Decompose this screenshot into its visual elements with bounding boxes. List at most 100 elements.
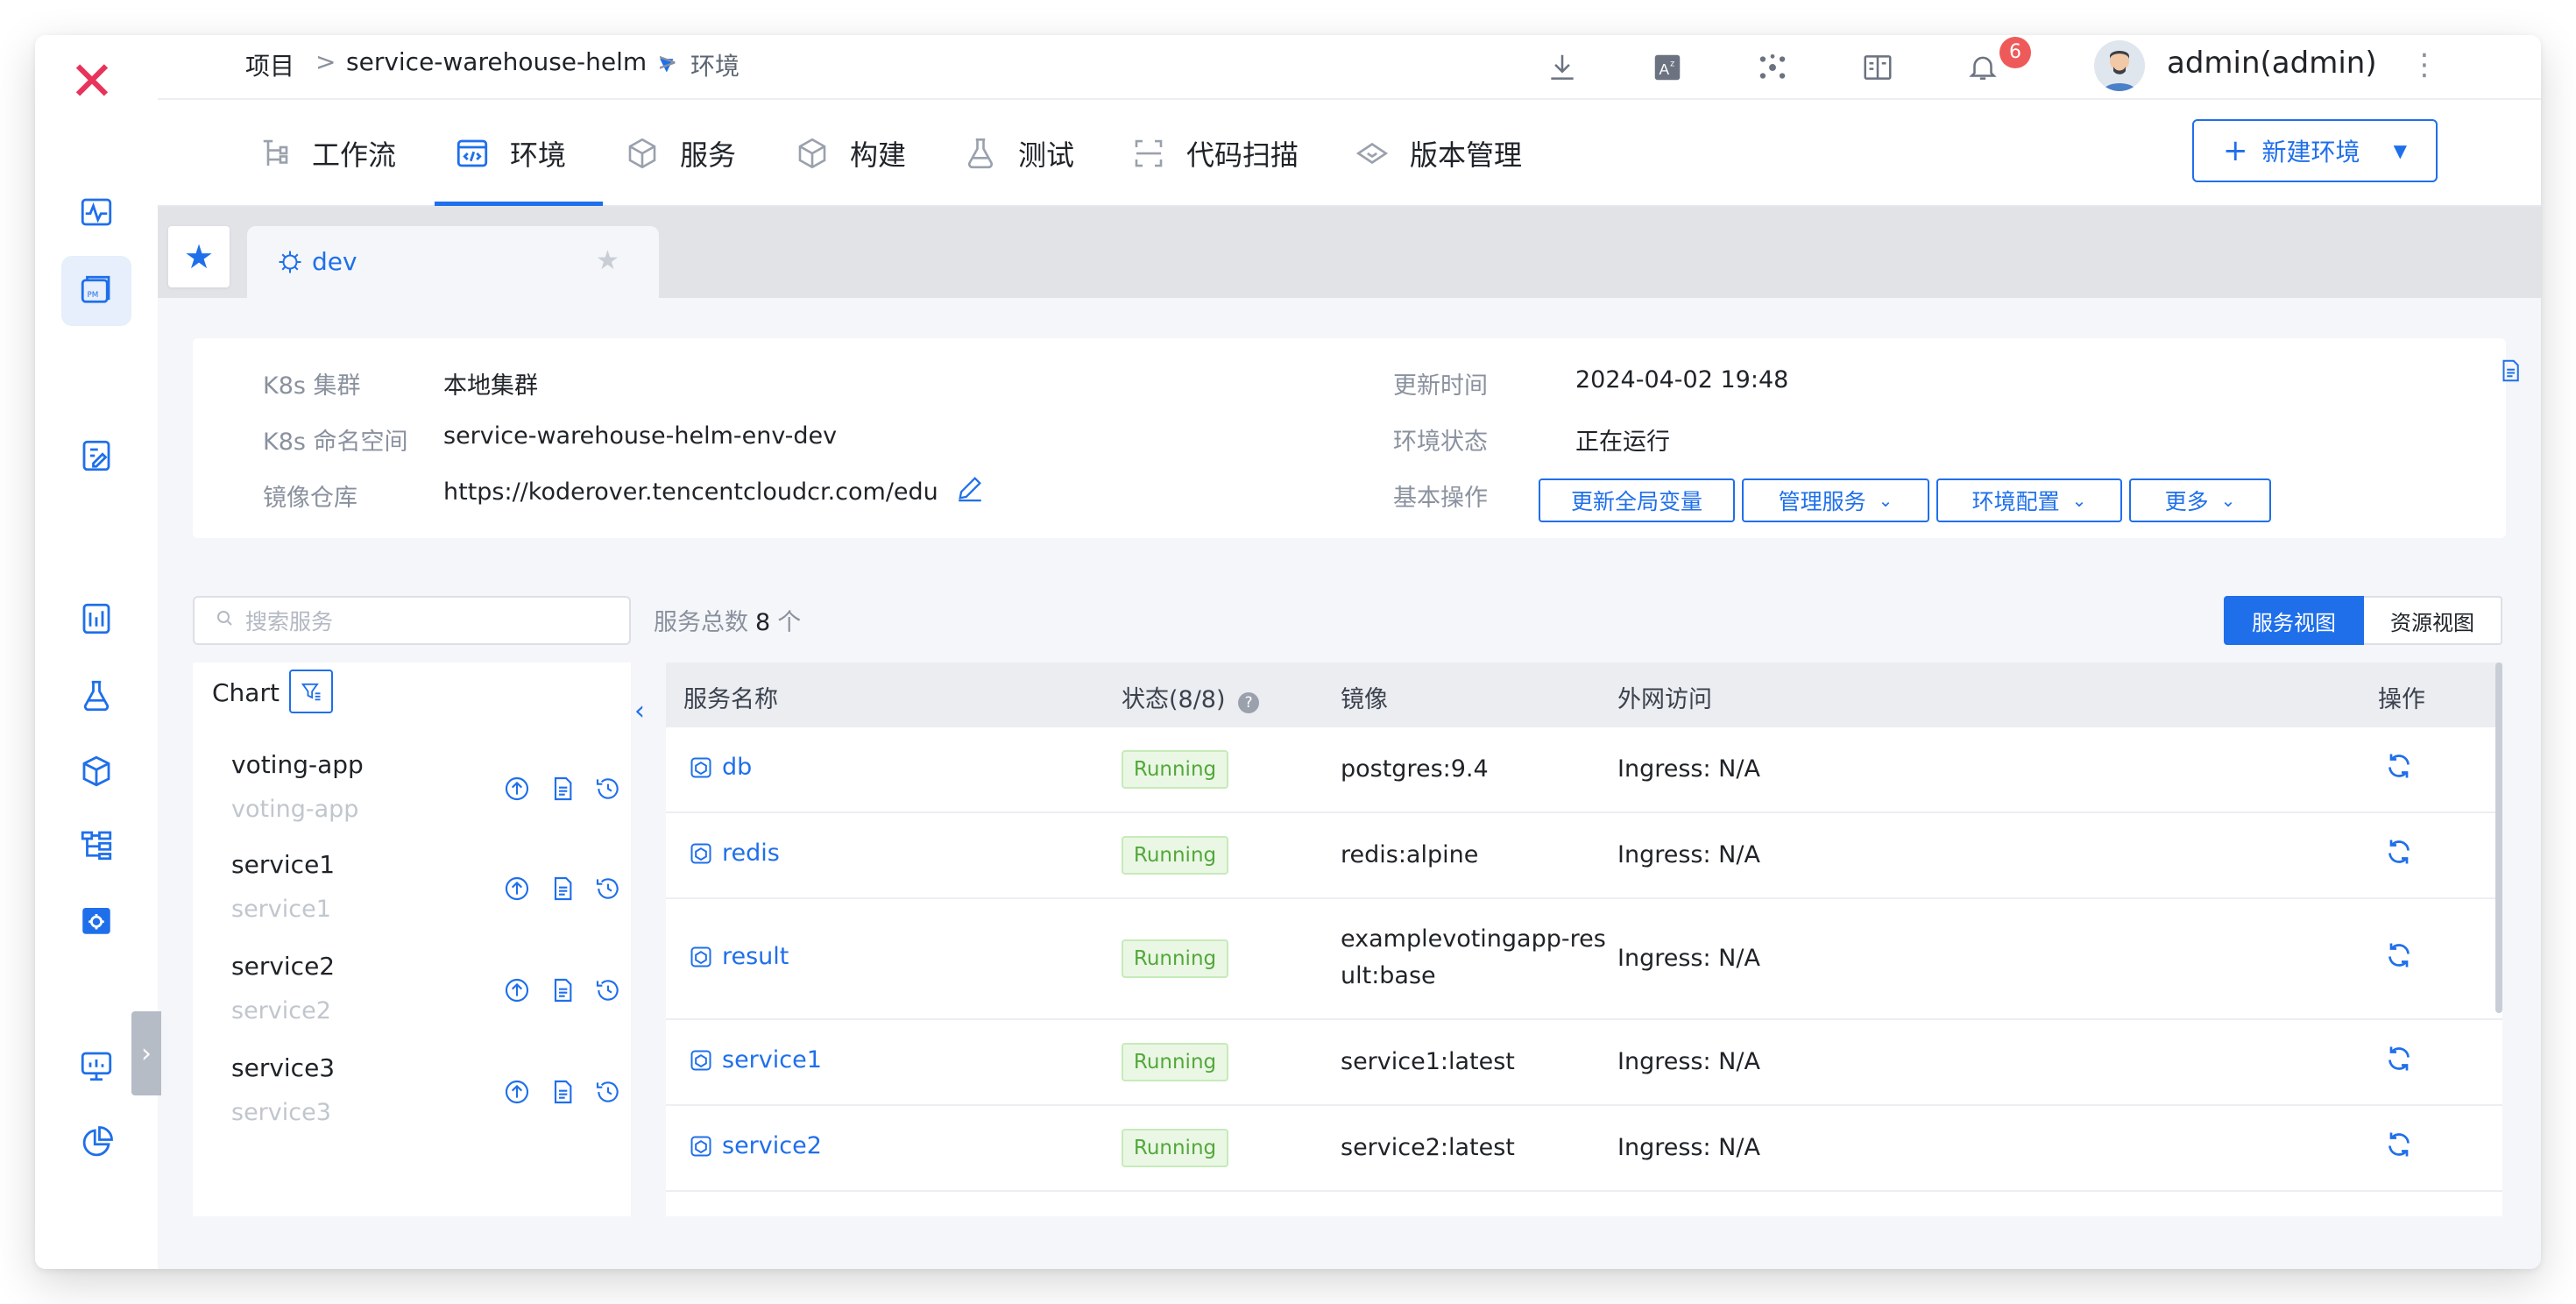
chart-item[interactable]: service1 service1 bbox=[231, 850, 626, 946]
status-badge: Running bbox=[1122, 750, 1228, 789]
pie-chart-icon[interactable] bbox=[61, 1108, 131, 1178]
more-button[interactable]: 更多 ⌄ bbox=[2129, 478, 2271, 522]
file-icon[interactable] bbox=[547, 1076, 578, 1108]
button-label: 环境配置 bbox=[1971, 489, 2060, 514]
updated-label: 更新时间 bbox=[1393, 372, 1488, 400]
header-service-name: 服务名称 bbox=[683, 686, 778, 713]
breadcrumb-project[interactable]: service-warehouse-helm ▼ bbox=[346, 47, 673, 76]
tab-version[interactable]: 版本管理 bbox=[1354, 100, 1522, 207]
file-icon[interactable] bbox=[547, 773, 578, 804]
star-icon[interactable]: ★ bbox=[596, 245, 619, 276]
monitor-icon[interactable] bbox=[61, 1031, 131, 1101]
restart-icon[interactable] bbox=[2383, 1129, 2415, 1166]
sidebar-expand-handle[interactable]: › bbox=[131, 1011, 161, 1095]
history-icon[interactable] bbox=[592, 873, 624, 904]
service-icon bbox=[690, 1136, 711, 1156]
flask-icon[interactable] bbox=[61, 661, 131, 731]
header-status: 状态(8/8) ? bbox=[1122, 680, 1260, 714]
tab-workflow[interactable]: 工作流 bbox=[256, 100, 396, 207]
tab-label: 测试 bbox=[1018, 138, 1075, 172]
service-link[interactable]: service2 bbox=[689, 1132, 822, 1159]
tab-label: 工作流 bbox=[312, 138, 397, 172]
env-tab-label: dev bbox=[312, 247, 357, 276]
env-config-button[interactable]: 环境配置 ⌄ bbox=[1936, 478, 2122, 522]
username[interactable]: admin(admin) bbox=[2167, 46, 2377, 81]
upgrade-icon[interactable] bbox=[501, 773, 533, 804]
notification-badge: 6 bbox=[1999, 37, 2031, 68]
restart-icon[interactable] bbox=[2383, 750, 2415, 788]
search-input[interactable]: 搜索服务 bbox=[193, 596, 631, 645]
service-icon bbox=[690, 757, 711, 777]
filter-icon[interactable] bbox=[289, 670, 333, 713]
dashboard-icon[interactable] bbox=[61, 584, 131, 654]
restart-icon[interactable] bbox=[2383, 939, 2415, 977]
pipeline-icon[interactable] bbox=[61, 810, 131, 880]
tab-test[interactable]: 测试 bbox=[962, 100, 1074, 207]
chart-item[interactable]: service2 service2 bbox=[231, 952, 626, 1048]
history-icon[interactable] bbox=[592, 1076, 624, 1108]
environment-tab-strip: ★ dev ★ bbox=[158, 207, 2541, 298]
access-value: Ingress: N/A bbox=[1617, 841, 1760, 868]
build-icon bbox=[798, 138, 826, 169]
env-tab-dev[interactable]: dev ★ bbox=[247, 226, 659, 298]
tab-code-scan[interactable]: 代码扫描 bbox=[1130, 100, 1299, 207]
header-status-label: 状态(8/8) bbox=[1122, 686, 1226, 713]
total-label: 服务总数 bbox=[654, 609, 748, 636]
chevron-left-icon[interactable]: ‹ bbox=[634, 696, 645, 726]
version-icon bbox=[1355, 142, 1389, 165]
resource-view-button[interactable]: 资源视图 bbox=[2364, 596, 2502, 645]
update-global-vars-button[interactable]: 更新全局变量 bbox=[1539, 478, 1735, 522]
table-scrollbar[interactable] bbox=[2495, 663, 2502, 1013]
upgrade-icon[interactable] bbox=[501, 1076, 533, 1108]
service-name: redis bbox=[722, 840, 780, 867]
breadcrumb-root[interactable]: 项目 bbox=[245, 47, 294, 82]
download-icon[interactable] bbox=[1542, 47, 1582, 88]
chart-item-sub: service2 bbox=[231, 997, 331, 1024]
tab-service[interactable]: 服务 bbox=[624, 100, 736, 207]
settings-icon[interactable] bbox=[61, 885, 131, 955]
document-icon[interactable] bbox=[2497, 358, 2523, 390]
avatar[interactable] bbox=[2094, 40, 2145, 91]
bell-icon[interactable] bbox=[1963, 47, 2003, 88]
file-icon[interactable] bbox=[547, 873, 578, 904]
tab-label: 构建 bbox=[850, 138, 907, 172]
chart-item[interactable]: voting-app voting-app bbox=[231, 750, 626, 847]
service-link[interactable]: result bbox=[689, 943, 789, 970]
service-view-button[interactable]: 服务视图 bbox=[2224, 596, 2364, 645]
chevron-down-icon: ⌄ bbox=[2071, 490, 2087, 511]
network-icon[interactable] bbox=[1752, 47, 1793, 88]
more-vertical-icon[interactable]: ⋮ bbox=[2410, 47, 2439, 82]
book-icon[interactable] bbox=[1858, 47, 1898, 88]
upgrade-icon[interactable] bbox=[501, 873, 533, 904]
tab-build[interactable]: 构建 bbox=[794, 100, 906, 207]
service-total: 服务总数 8 个 bbox=[654, 603, 801, 637]
upgrade-icon[interactable] bbox=[501, 974, 533, 1006]
table-header: 服务名称 状态(8/8) ? 镜像 外网访问 操作 bbox=[666, 663, 2502, 727]
svg-text:PM: PM bbox=[88, 291, 99, 300]
restart-icon[interactable] bbox=[2383, 1043, 2415, 1081]
restart-icon[interactable] bbox=[2383, 836, 2415, 874]
favorites-star-icon[interactable]: ★ bbox=[168, 226, 230, 287]
service-link[interactable]: db bbox=[689, 754, 752, 781]
history-icon[interactable] bbox=[592, 773, 624, 804]
package-icon[interactable] bbox=[61, 736, 131, 806]
service-link[interactable]: redis bbox=[689, 840, 780, 867]
chart-item[interactable]: service3 service3 bbox=[231, 1053, 626, 1150]
service-name: service2 bbox=[722, 1132, 822, 1159]
pulse-icon[interactable] bbox=[61, 177, 131, 247]
logo-icon[interactable]: ✕ bbox=[61, 51, 123, 112]
edit-pencil-icon[interactable] bbox=[955, 473, 985, 509]
new-environment-button[interactable]: + 新建环境 ▼ bbox=[2192, 119, 2438, 182]
help-icon[interactable]: ? bbox=[1238, 692, 1260, 713]
tab-environment[interactable]: 环境 bbox=[454, 100, 566, 207]
file-icon[interactable] bbox=[547, 974, 578, 1006]
chart-panel: Chart voting-app voting-app service1 ser… bbox=[193, 663, 631, 1216]
edit-doc-icon[interactable] bbox=[61, 421, 131, 491]
translate-icon[interactable]: Az bbox=[1647, 47, 1688, 88]
table-row: redis Running redis:alpine Ingress: N/A bbox=[666, 813, 2502, 899]
project-management-icon[interactable]: PM bbox=[61, 256, 131, 326]
history-icon[interactable] bbox=[592, 974, 624, 1006]
manage-services-button[interactable]: 管理服务 ⌄ bbox=[1742, 478, 1929, 522]
service-icon bbox=[690, 843, 711, 863]
service-link[interactable]: service1 bbox=[689, 1046, 822, 1074]
